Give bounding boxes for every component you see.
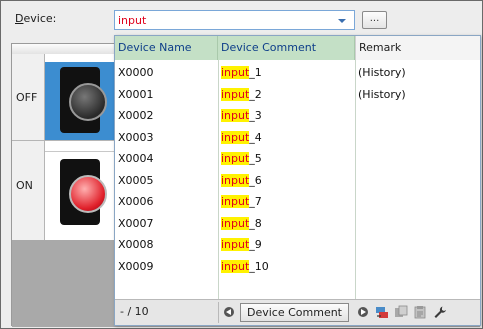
device-comment: input_7 xyxy=(221,195,262,208)
state-off-label: OFF xyxy=(16,91,38,104)
list-item[interactable]: X0002 input_3 xyxy=(115,107,480,129)
device-comment: input_1 xyxy=(221,66,262,79)
list-item[interactable]: X0006 input_7 xyxy=(115,193,480,215)
remark: (History) xyxy=(358,66,406,79)
settings-wrench-icon[interactable] xyxy=(433,305,447,319)
lamp-on-housing xyxy=(60,159,107,225)
list-item[interactable]: X0003 input_4 xyxy=(115,129,480,151)
device-name: X0008 xyxy=(118,238,154,251)
device-comment: input_2 xyxy=(221,87,262,101)
remark: (History) xyxy=(358,87,406,101)
list-item[interactable]: X0008 input_9 xyxy=(115,236,480,258)
device-comment: input_10 xyxy=(221,259,269,273)
list-item[interactable]: X0001 input_2 (History) xyxy=(115,86,480,108)
device-comment: input_8 xyxy=(221,216,262,230)
search-highlight: input xyxy=(221,87,250,101)
paste-icon[interactable] xyxy=(413,305,427,319)
result-count: - / 10 xyxy=(120,305,149,318)
search-highlight: input xyxy=(221,216,250,230)
list-item[interactable]: X0000 input_1 (History) xyxy=(115,64,480,86)
search-highlight: input xyxy=(221,259,250,273)
device-input-value[interactable]: input xyxy=(118,14,146,27)
device-dropdown-list[interactable]: Device Name Device Comment Remark X0000 … xyxy=(114,35,481,326)
list-footer: - / 10 Device Comment xyxy=(115,299,480,325)
search-highlight: input xyxy=(221,173,250,187)
device-label: Device: xyxy=(15,12,57,25)
copy-icon[interactable] xyxy=(394,305,408,319)
list-item[interactable]: X0004 input_5 xyxy=(115,150,480,172)
device-name: X0000 xyxy=(118,66,154,79)
transfer-icon[interactable] xyxy=(375,305,389,319)
list-item[interactable]: X0007 input_8 xyxy=(115,215,480,237)
footer-divider xyxy=(218,302,219,323)
device-comment-button[interactable]: Device Comment xyxy=(240,303,349,322)
device-browser-window: Device: input ... OFF ON Device Name Dev… xyxy=(0,0,483,329)
state-off-cell[interactable]: OFF xyxy=(12,54,44,141)
list-header: Device Name Device Comment Remark xyxy=(115,36,480,60)
search-highlight: input xyxy=(221,238,250,251)
search-highlight: input xyxy=(221,195,250,208)
preview-strip xyxy=(45,54,117,62)
device-comment: input_6 xyxy=(221,173,262,187)
device-input[interactable]: input xyxy=(114,10,355,30)
device-name: X0007 xyxy=(118,216,154,230)
search-highlight: input xyxy=(221,66,250,79)
lamp-on-icon xyxy=(69,175,107,213)
list-item[interactable]: X0009 input_10 xyxy=(115,258,480,280)
state-column: OFF ON xyxy=(12,54,45,241)
device-comment: input_4 xyxy=(221,130,262,144)
device-comment: input_5 xyxy=(221,152,262,165)
column-header-device-name[interactable]: Device Name xyxy=(115,36,218,60)
state-on-cell[interactable]: ON xyxy=(12,141,44,241)
device-comment: input_3 xyxy=(221,109,262,122)
device-comment: input_9 xyxy=(221,238,262,251)
column-header-remark[interactable]: Remark xyxy=(355,36,480,60)
device-name: X0004 xyxy=(118,152,154,165)
search-highlight: input xyxy=(221,152,250,165)
search-highlight: input xyxy=(221,109,250,122)
preview-strip xyxy=(45,141,117,152)
column-header-device-comment[interactable]: Device Comment xyxy=(218,36,355,60)
browse-button[interactable]: ... xyxy=(362,11,387,29)
caret-down-icon[interactable] xyxy=(338,19,346,23)
device-name: X0001 xyxy=(118,87,154,101)
previous-icon[interactable] xyxy=(224,307,234,317)
lamp-off-housing xyxy=(60,67,107,133)
lamp-off-icon xyxy=(69,83,107,121)
next-icon[interactable] xyxy=(358,307,368,317)
device-rows: X0000 input_1 (History) X0001 input_2 (H… xyxy=(115,64,480,279)
device-name: X0005 xyxy=(118,173,154,187)
search-highlight: input xyxy=(221,130,250,144)
device-name: X0002 xyxy=(118,109,154,122)
device-name: X0003 xyxy=(118,130,154,144)
device-name: X0006 xyxy=(118,195,154,208)
state-on-label: ON xyxy=(16,179,33,192)
device-name: X0009 xyxy=(118,259,154,273)
list-item[interactable]: X0005 input_6 xyxy=(115,172,480,194)
